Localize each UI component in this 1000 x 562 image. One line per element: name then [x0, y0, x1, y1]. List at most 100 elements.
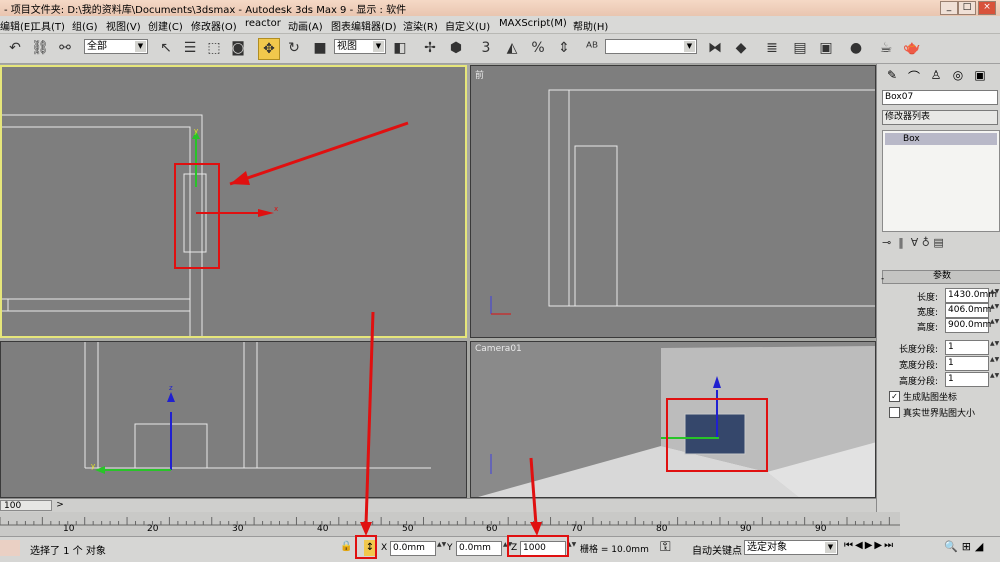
- rotate-icon[interactable]: ↻: [284, 38, 304, 58]
- viewport-camera[interactable]: Camera01: [470, 341, 876, 498]
- pin-stack-icon[interactable]: ⊸: [882, 236, 891, 249]
- move-icon[interactable]: ✥: [258, 38, 280, 60]
- prev-frame-icon[interactable]: ◀: [855, 540, 865, 551]
- track-bar[interactable]: 10 20 30 40 50 60 70 80 90 90: [0, 512, 900, 536]
- width-segs-spinner[interactable]: ▲▼: [990, 356, 999, 371]
- curve-editor-icon[interactable]: ▤: [790, 38, 810, 58]
- menu-customize[interactable]: 自定义(U): [445, 18, 490, 33]
- keyboard-shortcut-icon[interactable]: ⬢: [446, 38, 466, 58]
- viewport-front[interactable]: 前: [470, 65, 876, 338]
- named-selection-dropdown[interactable]: ▼: [605, 39, 697, 54]
- menu-edit[interactable]: 编辑(E): [0, 18, 34, 33]
- selection-filter-dropdown[interactable]: 全部 ▼: [84, 39, 148, 54]
- modifier-list-dropdown[interactable]: 修改器列表: [882, 110, 998, 125]
- track-tick-label: 70: [571, 524, 583, 534]
- time-slider-thumb[interactable]: 100: [0, 500, 52, 511]
- length-segs-field[interactable]: 1: [945, 340, 989, 355]
- make-unique-icon[interactable]: ∀: [911, 236, 919, 249]
- width-segs-field[interactable]: 1: [945, 356, 989, 371]
- select-by-name-icon[interactable]: ☰: [180, 38, 200, 58]
- show-end-result-icon[interactable]: ‖: [898, 236, 904, 249]
- parameters-rollout-header[interactable]: 参数: [882, 270, 1000, 284]
- next-frame-button[interactable]: >: [54, 500, 66, 511]
- mirror-icon[interactable]: ⧓: [705, 38, 725, 58]
- selection-filter-value: 全部: [87, 41, 107, 52]
- goto-start-icon[interactable]: ⏮: [844, 540, 855, 551]
- minimize-button[interactable]: _: [940, 1, 958, 15]
- object-name-field[interactable]: Box07: [882, 90, 998, 105]
- menu-rendering[interactable]: 渲染(R): [403, 18, 438, 33]
- pivot-center-icon[interactable]: ◧: [390, 38, 410, 58]
- height-spinner[interactable]: ▲▼: [990, 318, 999, 333]
- undo-icon[interactable]: ↶: [5, 38, 25, 58]
- next-frame-icon[interactable]: ▶: [874, 540, 884, 551]
- goto-end-icon[interactable]: ⏭: [884, 540, 895, 551]
- key-mode-dropdown[interactable]: 选定对象 ▼: [744, 540, 838, 555]
- lock-selection-icon[interactable]: 🔒: [340, 541, 352, 555]
- edit-named-selection-icon[interactable]: ᴬᴮ: [582, 38, 602, 58]
- rollout-title: 参数: [932, 271, 951, 281]
- width-spinner[interactable]: ▲▼: [990, 303, 999, 318]
- zoom-extents-icon[interactable]: ⊞: [962, 540, 975, 553]
- display-tab-icon[interactable]: ▣: [971, 68, 989, 86]
- menu-group[interactable]: 组(G): [72, 18, 98, 33]
- auto-key-button[interactable]: 自动关键点: [692, 542, 742, 557]
- set-key-icon[interactable]: ⚿: [660, 539, 684, 557]
- maximize-button[interactable]: □: [958, 1, 976, 15]
- width-field[interactable]: 406.0mm: [945, 303, 991, 318]
- menu-help[interactable]: 帮助(H): [573, 18, 608, 33]
- link-icon[interactable]: ⛓: [30, 38, 50, 58]
- modify-tab-icon[interactable]: ⌒: [905, 68, 923, 86]
- close-button[interactable]: ×: [978, 1, 996, 15]
- menu-reactor[interactable]: reactor: [245, 18, 281, 29]
- hierarchy-tab-icon[interactable]: ♙: [927, 68, 945, 86]
- menu-graph-editors[interactable]: 图表编辑器(D): [331, 18, 397, 33]
- gen-mapping-checkbox[interactable]: ✓: [889, 391, 900, 402]
- unlink-icon[interactable]: ⚯: [55, 38, 75, 58]
- select-manipulate-icon[interactable]: ✢: [420, 38, 440, 58]
- create-tab-icon[interactable]: ✎: [883, 68, 901, 86]
- scale-icon[interactable]: ■: [310, 38, 330, 58]
- height-field[interactable]: 900.0mm: [945, 318, 991, 333]
- play-icon[interactable]: ▶: [865, 540, 875, 551]
- snap-toggle-icon[interactable]: 3: [476, 38, 496, 58]
- zoom-icon[interactable]: 🔍: [944, 540, 962, 553]
- menu-animation[interactable]: 动画(A): [288, 18, 323, 33]
- length-spinner[interactable]: ▲▼: [990, 288, 999, 303]
- render-scene-icon[interactable]: ☕: [876, 38, 896, 58]
- x-spinner[interactable]: ▲▼: [437, 541, 446, 556]
- material-editor-icon[interactable]: ●: [846, 38, 866, 58]
- viewport-top[interactable]: y x: [0, 65, 467, 338]
- window-crossing-icon[interactable]: ◙: [228, 38, 248, 58]
- y-coordinate-field[interactable]: 0.0mm: [456, 541, 502, 556]
- align-icon[interactable]: ◆: [731, 38, 751, 58]
- ref-coord-dropdown[interactable]: 视图 ▼: [334, 39, 386, 54]
- rect-selection-icon[interactable]: ⬚: [204, 38, 224, 58]
- menu-tools[interactable]: 工具(T): [31, 18, 65, 33]
- schematic-view-icon[interactable]: ▣: [816, 38, 836, 58]
- layer-manager-icon[interactable]: ≣: [762, 38, 782, 58]
- percent-snap-icon[interactable]: %: [528, 38, 548, 58]
- x-coordinate-field[interactable]: 0.0mm: [390, 541, 436, 556]
- remove-modifier-icon[interactable]: ♁: [922, 236, 930, 249]
- configure-sets-icon[interactable]: ▤: [933, 236, 943, 249]
- motion-tab-icon[interactable]: ◎: [949, 68, 967, 86]
- menu-views[interactable]: 视图(V): [106, 18, 141, 33]
- length-segs-spinner[interactable]: ▲▼: [990, 340, 999, 355]
- time-slider[interactable]: 100 >: [0, 498, 876, 512]
- stack-item-box[interactable]: Box: [885, 133, 997, 145]
- height-segs-spinner[interactable]: ▲▼: [990, 372, 999, 387]
- length-field[interactable]: 1430.0mm: [945, 288, 997, 303]
- spinner-snap-icon[interactable]: ⇕: [554, 38, 574, 58]
- viewport-left[interactable]: z y: [0, 341, 467, 498]
- select-object-icon[interactable]: ↖: [156, 38, 176, 58]
- real-world-checkbox[interactable]: [889, 407, 900, 418]
- height-segs-field[interactable]: 1: [945, 372, 989, 387]
- field-of-view-icon[interactable]: ◢: [975, 540, 987, 553]
- menu-modifiers[interactable]: 修改器(O): [191, 18, 237, 33]
- maxscript-listener-icon[interactable]: [0, 540, 20, 556]
- menu-maxscript[interactable]: MAXScript(M): [499, 18, 567, 29]
- angle-snap-icon[interactable]: ◭: [502, 38, 522, 58]
- menu-create[interactable]: 创建(C): [148, 18, 183, 33]
- quick-render-icon[interactable]: 🫖: [902, 38, 922, 58]
